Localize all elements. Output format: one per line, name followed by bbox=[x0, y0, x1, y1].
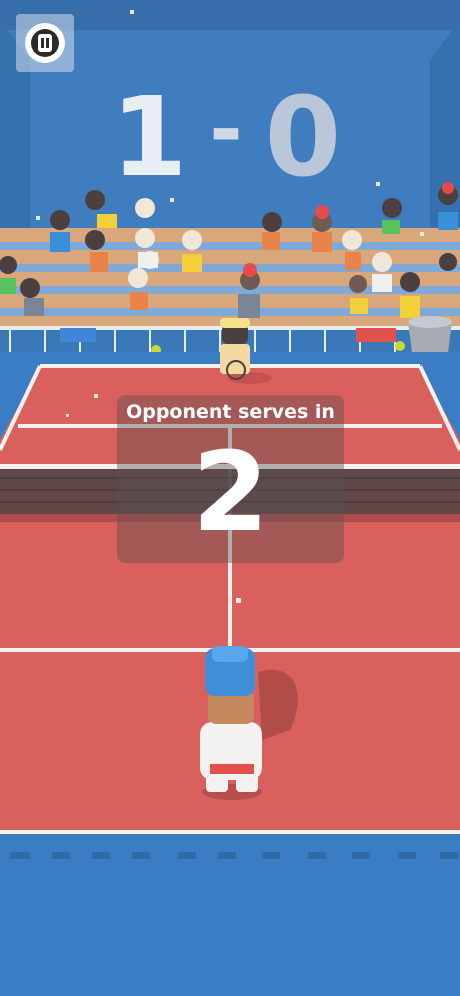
scoreboard: 1-0 bbox=[0, 82, 460, 192]
serve-countdown-panel: Opponent serves in 2 bbox=[117, 395, 344, 563]
player-score: 1 bbox=[110, 73, 196, 201]
score-separator: - bbox=[209, 83, 251, 176]
countdown-number: 2 bbox=[192, 428, 269, 556]
opponent-score: 0 bbox=[264, 73, 350, 201]
countdown-label: Opponent serves in bbox=[126, 401, 335, 423]
pause-button[interactable] bbox=[16, 14, 74, 72]
pause-icon bbox=[25, 23, 65, 63]
